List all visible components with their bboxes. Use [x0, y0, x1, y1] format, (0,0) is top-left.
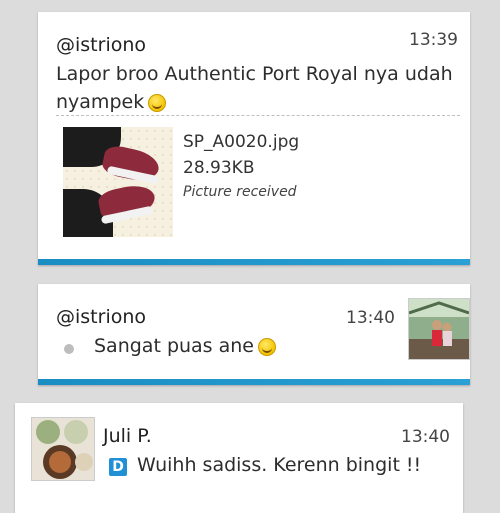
message-card-1[interactable]: @istriono 13:39 Lapor broo Authentic Por…: [38, 12, 470, 265]
avatar[interactable]: [31, 417, 95, 481]
sender-name[interactable]: @istriono: [56, 34, 146, 56]
message-card-3[interactable]: Juli P. 13:40 D Wuihh sadiss. Kerenn bin…: [15, 403, 463, 513]
avatar[interactable]: [408, 298, 470, 360]
message-text-body: Lapor broo Authentic Port Royal nya udah…: [56, 63, 453, 113]
message-text: Lapor broo Authentic Port Royal nya udah…: [56, 60, 456, 116]
status-dot-icon: [64, 344, 74, 354]
message-card-2[interactable]: @istriono 13:40 Sangat puas ane: [38, 284, 470, 385]
sender-name[interactable]: @istriono: [56, 306, 146, 328]
message-time: 13:40: [346, 308, 395, 328]
attachment-file-name: SP_A0020.jpg: [183, 132, 300, 152]
message-text-body: Sangat puas ane: [94, 335, 254, 357]
app-badge-icon: D: [109, 458, 127, 476]
attachment-status: Picture received: [183, 184, 297, 200]
attachment-file-size: 28.93KB: [183, 158, 255, 178]
message-time: 13:39: [409, 30, 458, 50]
accent-bar: [38, 259, 470, 265]
attachment-thumbnail[interactable]: [63, 127, 173, 237]
message-text: Wuihh sadiss. Kerenn bingit !!: [137, 454, 422, 476]
accent-bar: [38, 379, 470, 385]
message-text: Sangat puas ane: [94, 332, 276, 360]
divider: [56, 115, 460, 116]
smiley-emoji-icon: [258, 337, 276, 356]
sender-name[interactable]: Juli P.: [103, 425, 152, 447]
message-time: 13:40: [401, 427, 450, 447]
smiley-emoji-icon: [148, 93, 167, 112]
